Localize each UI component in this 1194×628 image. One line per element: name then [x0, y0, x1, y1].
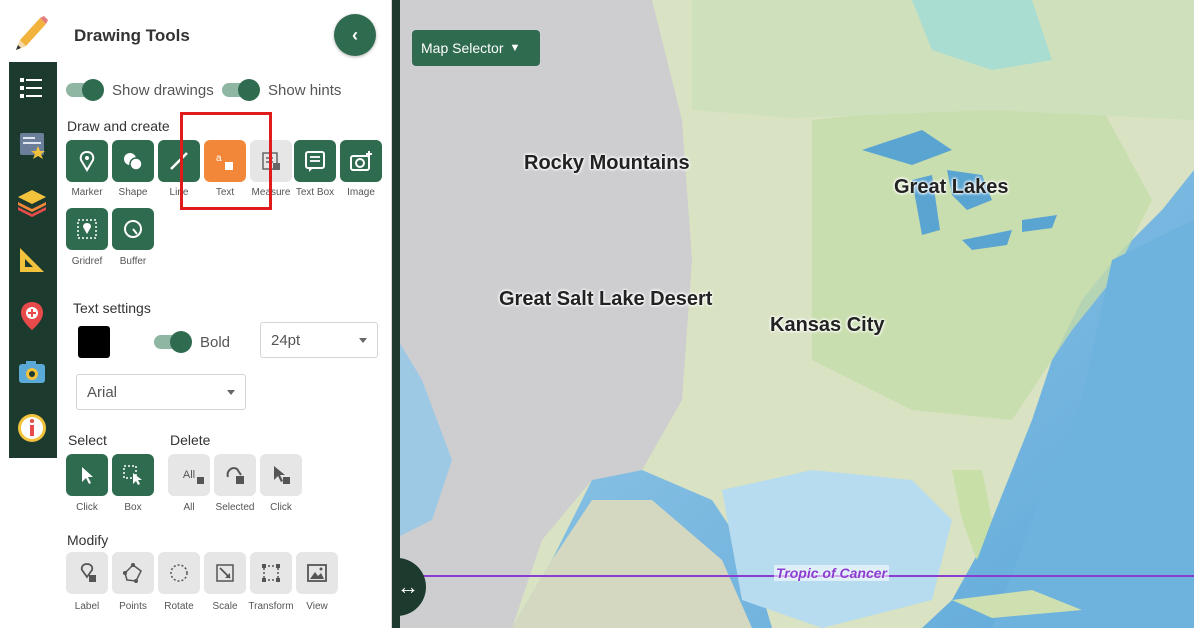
collapse-panel-button[interactable]: ‹ — [334, 14, 376, 56]
show-drawings-toggle[interactable]: Show drawings — [66, 79, 214, 101]
camera-icon[interactable] — [12, 352, 52, 392]
map-view[interactable]: Map Selector ▼ Rocky Mountains Great Lak… — [392, 0, 1194, 628]
delete-all-button[interactable]: All — [168, 454, 210, 496]
image-tool-button[interactable] — [340, 140, 382, 182]
gridref-tool-button[interactable] — [66, 208, 108, 250]
box-select-icon — [123, 465, 142, 485]
text-box-icon — [305, 151, 325, 172]
panel-title: Drawing Tools — [74, 26, 190, 45]
transform-icon — [262, 564, 280, 582]
image-label: Image — [347, 187, 375, 198]
side-rail — [0, 0, 58, 628]
app-root: { "panel": { "title": "Drawing Tools", "… — [0, 0, 1194, 628]
info-icon[interactable] — [12, 408, 52, 448]
buffer-icon — [124, 220, 142, 238]
gridref-label: Gridref — [71, 256, 103, 267]
modify-rotate-button[interactable] — [158, 552, 200, 594]
text-settings-heading: Text settings — [73, 300, 151, 316]
map-panel-divider[interactable] — [392, 0, 400, 628]
font-family-select[interactable]: Arial — [76, 374, 246, 410]
delete-click-label: Click — [270, 502, 292, 513]
delete-selected-label: Selected — [215, 502, 255, 513]
delete-click-button[interactable] — [260, 454, 302, 496]
modify-label-label: Label — [74, 601, 100, 612]
delete-heading: Delete — [170, 432, 211, 448]
text-box-label: Text Box — [295, 187, 335, 198]
modify-rotate-label: Rotate — [164, 601, 194, 612]
select-box-label: Box — [124, 502, 142, 513]
modify-scale-button[interactable] — [204, 552, 246, 594]
modify-points-button[interactable] — [112, 552, 154, 594]
chevron-down-icon: ▼ — [509, 42, 521, 54]
pencil-logo-icon — [10, 12, 50, 56]
buffer-label: Buffer — [119, 256, 147, 267]
shape-tool-button[interactable] — [112, 140, 154, 182]
tropic-of-cancer-label: Tropic of Cancer — [774, 565, 889, 581]
ruler-icon[interactable] — [12, 240, 52, 280]
font-family-value: Arial — [87, 383, 118, 401]
delete-all-icon: All — [182, 469, 204, 484]
text-tool-highlight — [180, 112, 272, 210]
shape-icon — [124, 153, 143, 171]
drawing-tools-panel: Drawing Tools ‹ Show drawings Show hints… — [58, 0, 392, 628]
modify-label-button[interactable] — [66, 552, 108, 594]
delete-selected-button[interactable] — [214, 454, 256, 496]
delete-selected-icon — [226, 467, 244, 484]
show-hints-toggle[interactable]: Show hints — [222, 79, 342, 101]
show-hints-label: Show hints — [268, 81, 342, 99]
select-click-button[interactable] — [66, 454, 108, 496]
image-icon — [350, 151, 372, 171]
modify-heading: Modify — [67, 532, 109, 548]
label-icon — [80, 563, 96, 582]
modify-transform-label: Transform — [248, 601, 294, 612]
chevron-down-icon — [227, 390, 235, 395]
map-label-kansas-city: Kansas City — [770, 314, 885, 336]
horizontal-arrows-icon: ↔ — [397, 574, 419, 599]
modify-scale-label: Scale — [212, 601, 238, 612]
map-selector-label: Map Selector — [421, 40, 504, 56]
gridref-icon — [77, 219, 97, 239]
map-label-great-lakes: Great Lakes — [894, 176, 1009, 198]
draw-create-heading: Draw and create — [67, 118, 170, 134]
points-icon — [123, 563, 142, 583]
chevron-left-icon: ‹ — [352, 24, 358, 45]
text-box-tool-button[interactable] — [294, 140, 336, 182]
marker-icon — [79, 150, 95, 172]
modify-view-label: View — [306, 601, 328, 612]
bold-toggle[interactable]: Bold — [154, 331, 231, 353]
buffer-tool-button[interactable] — [112, 208, 154, 250]
bookmark-map-icon[interactable] — [12, 124, 52, 164]
cursor-icon — [82, 467, 93, 484]
map-label-rocky-mountains: Rocky Mountains — [524, 152, 690, 174]
select-click-label: Click — [76, 502, 98, 513]
location-pin-icon[interactable] — [12, 296, 52, 336]
chevron-down-icon — [359, 338, 367, 343]
font-size-select[interactable]: 24pt — [260, 322, 378, 358]
select-heading: Select — [68, 432, 107, 448]
map-label-great-salt-lake-desert: Great Salt Lake Desert — [499, 288, 713, 310]
rotate-icon — [170, 564, 188, 582]
layers-stack-icon[interactable] — [12, 182, 52, 222]
map-selector-button[interactable]: Map Selector ▼ — [412, 30, 540, 66]
modify-points-label: Points — [119, 601, 147, 612]
shape-label: Shape — [118, 187, 148, 198]
delete-all-label: All — [183, 502, 195, 513]
marker-label: Marker — [71, 187, 103, 198]
view-icon — [307, 564, 327, 582]
modify-view-button[interactable] — [296, 552, 338, 594]
bold-label: Bold — [200, 333, 231, 351]
marker-tool-button[interactable] — [66, 140, 108, 182]
show-drawings-label: Show drawings — [112, 81, 214, 99]
text-color-swatch[interactable] — [78, 326, 110, 358]
delete-all-glyph: All — [182, 469, 196, 481]
delete-click-icon — [274, 466, 290, 484]
select-box-button[interactable] — [112, 454, 154, 496]
modify-transform-button[interactable] — [250, 552, 292, 594]
scale-icon — [216, 564, 234, 582]
layers-list-icon[interactable] — [12, 68, 52, 108]
font-size-value: 24pt — [271, 331, 301, 349]
